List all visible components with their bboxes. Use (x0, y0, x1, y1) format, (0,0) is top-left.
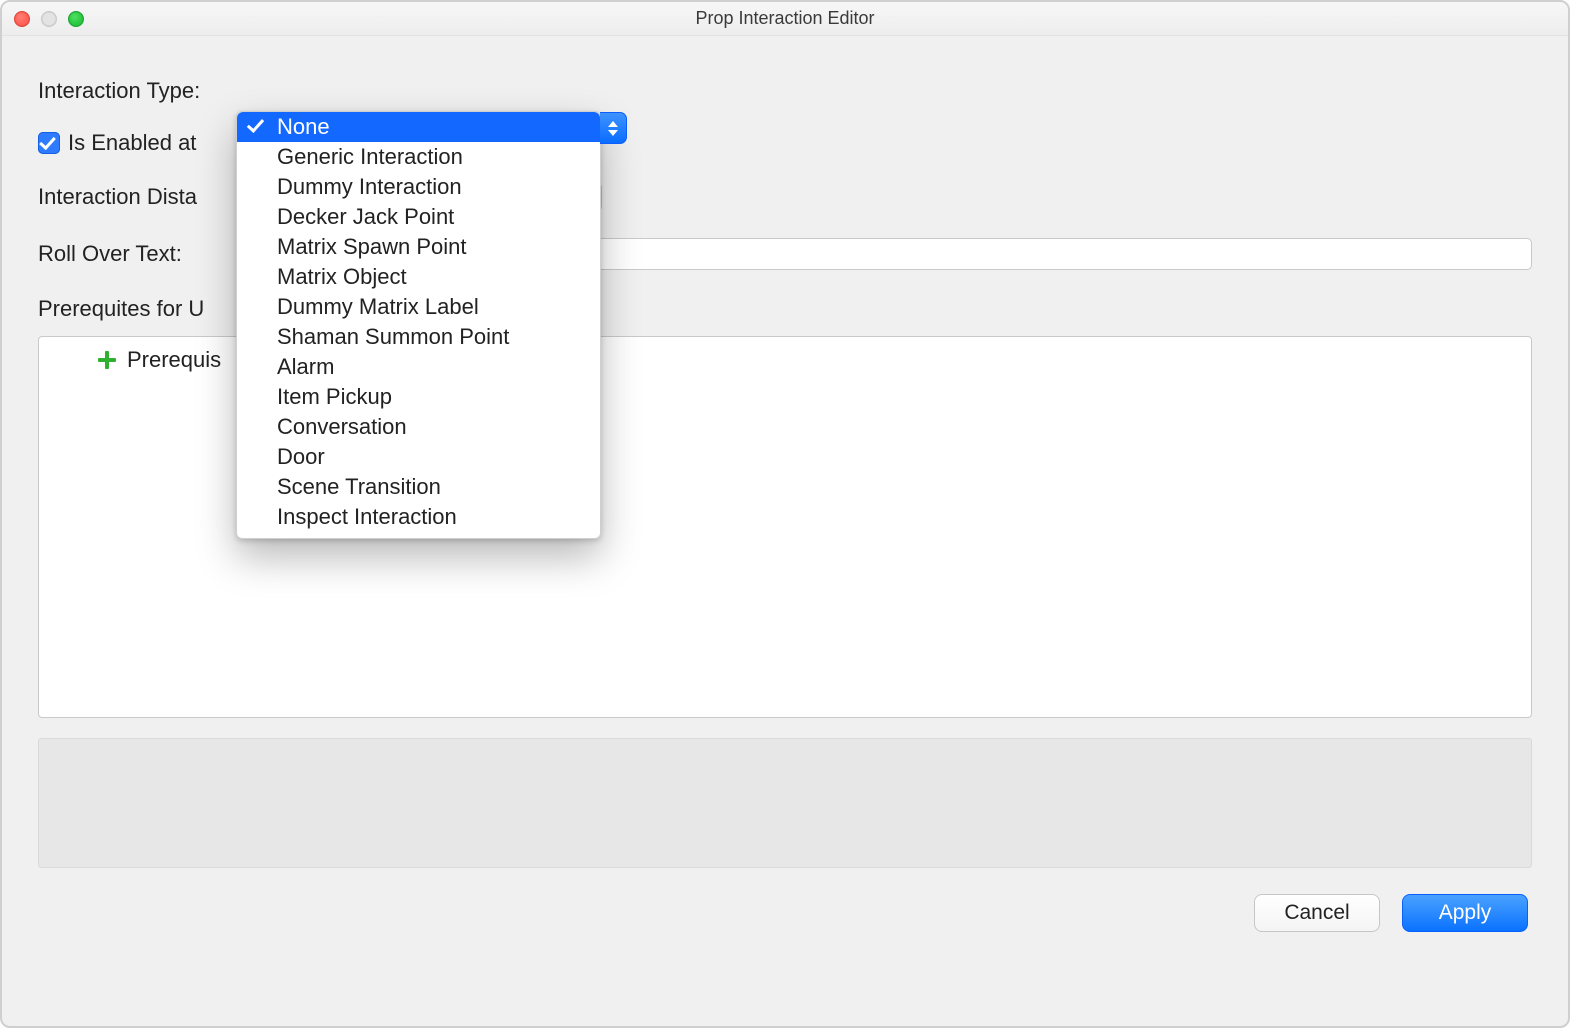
dropdown-item[interactable]: Dummy Interaction (237, 172, 600, 202)
window-controls (14, 11, 84, 27)
chevron-down-icon (608, 130, 618, 136)
titlebar: Prop Interaction Editor (2, 2, 1568, 36)
cancel-button[interactable]: Cancel (1254, 894, 1380, 932)
dropdown-endcap[interactable] (600, 112, 627, 144)
dropdown-item-label: Decker Jack Point (277, 204, 454, 230)
dropdown-item-label: Conversation (277, 414, 407, 440)
label-rollover: Roll Over Text: (38, 241, 182, 267)
dropdown-item[interactable]: Generic Interaction (237, 142, 600, 172)
label-enabled: Is Enabled at (68, 130, 196, 156)
dropdown-item[interactable]: Matrix Object (237, 262, 600, 292)
label-distance: Interaction Dista (38, 184, 197, 210)
label-prereq: Prerequites for U (38, 296, 204, 322)
label-interaction-type: Interaction Type: (38, 78, 200, 104)
editor-window: Prop Interaction Editor Interaction Type… (0, 0, 1570, 1028)
apply-button-label: Apply (1439, 901, 1492, 925)
button-bar: Cancel Apply (38, 894, 1532, 932)
row-interaction-type: Interaction Type: (38, 78, 1532, 104)
dropdown-item[interactable]: Item Pickup (237, 382, 600, 412)
dropdown-item-label: Item Pickup (277, 384, 392, 410)
window-body: Interaction Type: Is Enabled at Interact… (2, 36, 1568, 1026)
dropdown-item-label: None (277, 114, 330, 140)
enabled-checkbox[interactable] (38, 132, 60, 154)
zoom-icon[interactable] (68, 11, 84, 27)
dropdown-item-label: Matrix Spawn Point (277, 234, 467, 260)
window-title: Prop Interaction Editor (2, 8, 1568, 29)
dropdown-item[interactable]: Decker Jack Point (237, 202, 600, 232)
dropdown-item[interactable]: Door (237, 442, 600, 472)
check-icon (249, 116, 263, 130)
minimize-icon[interactable] (41, 11, 57, 27)
dropdown-item-label: Generic Interaction (277, 144, 463, 170)
dropdown-item-label: Dummy Matrix Label (277, 294, 479, 320)
prereq-item-label: Prerequis (127, 347, 221, 373)
dropdown-item-label: Door (277, 444, 325, 470)
cancel-button-label: Cancel (1284, 901, 1349, 925)
dropdown-item[interactable]: Scene Transition (237, 472, 600, 502)
dropdown-item[interactable]: Dummy Matrix Label (237, 292, 600, 322)
dropdown-item[interactable]: Inspect Interaction (237, 502, 600, 532)
dropdown-list: None Generic Interaction Dummy Interaction… (237, 112, 600, 532)
dropdown-item[interactable]: Alarm (237, 352, 600, 382)
dropdown-item-label: Alarm (277, 354, 334, 380)
dropdown-item[interactable]: Matrix Spawn Point (237, 232, 600, 262)
chevron-up-icon (608, 121, 618, 127)
dropdown-item-label: Dummy Interaction (277, 174, 462, 200)
apply-button[interactable]: Apply (1402, 894, 1528, 932)
dropdown-item-label: Shaman Summon Point (277, 324, 509, 350)
plus-icon (97, 350, 117, 370)
dropdown-item[interactable]: None (237, 112, 600, 142)
dropdown-item[interactable]: Shaman Summon Point (237, 322, 600, 352)
dropdown-item-label: Scene Transition (277, 474, 441, 500)
dropdown-item-label: Inspect Interaction (277, 504, 457, 530)
detail-placeholder (38, 738, 1532, 868)
close-icon[interactable] (14, 11, 30, 27)
dropdown-item-label: Matrix Object (277, 264, 407, 290)
dropdown-item[interactable]: Conversation (237, 412, 600, 442)
interaction-type-dropdown[interactable]: None Generic Interaction Dummy Interaction… (236, 111, 601, 539)
